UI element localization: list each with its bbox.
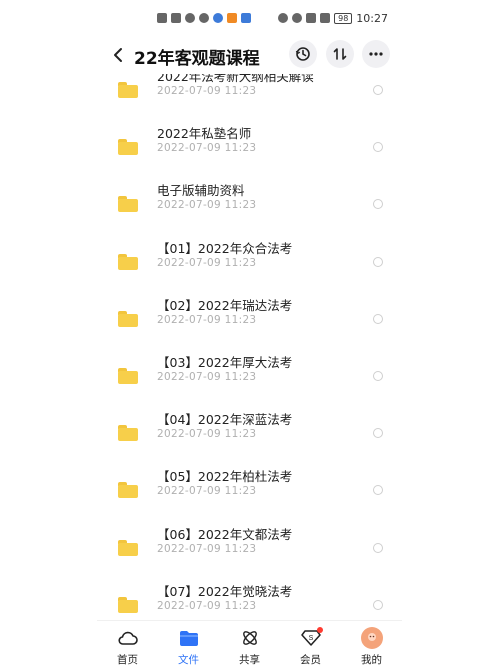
file-date: 2022-07-09 11:23: [157, 428, 257, 441]
file-name: 【01】2022年众合法考: [157, 240, 293, 256]
tab-home[interactable]: 首页: [97, 621, 158, 666]
file-name: 【05】2022年柏杜法考: [157, 469, 293, 485]
select-radio[interactable]: [373, 599, 383, 610]
status-bar: 98 10:27: [0, 0, 500, 36]
avatar: [360, 627, 383, 649]
tab-mine[interactable]: 我的: [341, 621, 402, 666]
folder-icon: [118, 482, 138, 499]
file-row[interactable]: 2022年法考新大纲相关解读 2022-07-09 11:23: [0, 74, 500, 121]
wifi-icon: [320, 13, 331, 23]
sort-button[interactable]: [326, 40, 354, 68]
select-radio[interactable]: [373, 485, 383, 496]
tab-home-label: 首页: [117, 654, 138, 666]
status-time: 10:27: [356, 11, 388, 25]
file-name: 【04】2022年深蓝法考: [157, 412, 293, 428]
select-radio[interactable]: [373, 542, 383, 553]
tab-vip-label: 会员: [300, 654, 321, 666]
folder-icon: [118, 368, 138, 384]
file-row[interactable]: 【02】2022年瑞达法考 2022-07-09 11:23: [0, 293, 500, 350]
folder-icon: [118, 310, 138, 327]
file-row[interactable]: 【03】2022年厚大法考 2022-07-09 11:23: [0, 350, 500, 407]
select-radio[interactable]: [373, 371, 383, 381]
file-name: 电子版辅助资料: [157, 183, 245, 199]
vip-badge-dot: [317, 627, 323, 633]
file-name: 【06】2022年文都法考: [157, 526, 293, 542]
tab-files-label: 文件: [178, 654, 199, 666]
svg-text:S: S: [308, 635, 313, 642]
file-name: 2022年私塾名师: [157, 126, 252, 142]
file-row[interactable]: 【05】2022年柏杜法考 2022-07-09 11:23: [0, 464, 500, 521]
tab-vip[interactable]: S 会员: [280, 621, 341, 666]
file-date: 2022-07-09 11:23: [157, 256, 257, 269]
location-icon: [292, 13, 303, 23]
file-row[interactable]: 电子版辅助资料 2022-07-09 11:23: [0, 178, 500, 235]
back-button[interactable]: [106, 42, 130, 68]
hd-icon: [157, 13, 167, 23]
select-radio[interactable]: [373, 313, 383, 324]
cloud-app-icon: [241, 13, 251, 23]
folder-icon: [118, 539, 138, 556]
sort-arrows-icon: [333, 48, 347, 60]
file-date: 2022-07-09 11:23: [157, 485, 257, 498]
avatar-icon: [360, 627, 383, 649]
file-row[interactable]: 【07】2022年觉晓法考 2022-07-09 11:23: [0, 579, 500, 620]
app-icon: [227, 13, 237, 23]
folder-icon: [118, 596, 138, 613]
clock-history-icon: [295, 47, 310, 61]
folder-icon: [118, 253, 138, 270]
file-name: 2022年法考新大纲相关解读: [157, 74, 314, 84]
tab-files[interactable]: 文件: [158, 621, 219, 666]
shield-icon: [185, 13, 195, 23]
folder-icon: [118, 196, 138, 213]
mute-icon: [306, 13, 317, 23]
select-radio[interactable]: [373, 199, 383, 210]
tab-share[interactable]: 共享: [219, 621, 280, 666]
file-name: 【03】2022年厚大法考: [157, 355, 293, 370]
more-button[interactable]: [362, 40, 390, 68]
status-icons-left: [157, 13, 251, 23]
bottom-tab-bar: 首页 文件 共享 S 会员 我的: [97, 620, 402, 666]
share-atom-icon: [239, 627, 261, 649]
file-row[interactable]: 2022年私塾名师 2022-07-09 11:23: [0, 121, 500, 178]
file-row[interactable]: 【06】2022年文都法考 2022-07-09 11:23: [0, 522, 500, 579]
browser-icon: [213, 13, 223, 23]
app-notification-icon: [199, 13, 209, 23]
file-date: 2022-07-09 11:23: [157, 142, 257, 155]
file-name: 【02】2022年瑞达法考: [157, 297, 293, 313]
select-radio[interactable]: [373, 256, 383, 267]
chevron-left-icon: [114, 48, 122, 62]
tab-share-label: 共享: [239, 654, 260, 666]
cloud-icon: [117, 627, 139, 649]
folder-icon: [118, 139, 138, 156]
file-name: 【07】2022年觉晓法考: [157, 583, 293, 599]
file-date: 2022-07-09 11:23: [157, 371, 257, 383]
battery-icon: 98: [334, 12, 353, 24]
signal-icon: [171, 13, 181, 23]
more-dots-icon: [369, 52, 383, 56]
select-radio[interactable]: [373, 428, 383, 439]
status-icons-right: 98 10:27: [278, 12, 388, 25]
eye-icon: [278, 13, 289, 23]
header: 22年客观题课程: [0, 36, 500, 74]
select-radio[interactable]: [373, 142, 383, 153]
select-radio[interactable]: [373, 85, 383, 95]
file-date: 2022-07-09 11:23: [157, 599, 257, 612]
folder-icon: [118, 425, 138, 442]
tab-mine-label: 我的: [361, 654, 382, 666]
file-list[interactable]: 2022年法考新大纲相关解读 2022-07-09 11:23 2022年私塾名师 2…: [0, 74, 500, 620]
file-date: 2022-07-09 11:23: [157, 199, 257, 212]
file-row[interactable]: 【04】2022年深蓝法考 2022-07-09 11:23: [0, 407, 500, 464]
file-date: 2022-07-09 11:23: [157, 542, 257, 555]
history-button[interactable]: [289, 40, 317, 68]
file-row[interactable]: 【01】2022年众合法考 2022-07-09 11:23: [0, 236, 500, 293]
page-title: 22年客观题课程: [134, 49, 260, 69]
folder-icon: [178, 627, 200, 649]
folder-icon: [118, 82, 138, 98]
file-date: 2022-07-09 11:23: [157, 85, 257, 97]
file-date: 2022-07-09 11:23: [157, 313, 257, 326]
